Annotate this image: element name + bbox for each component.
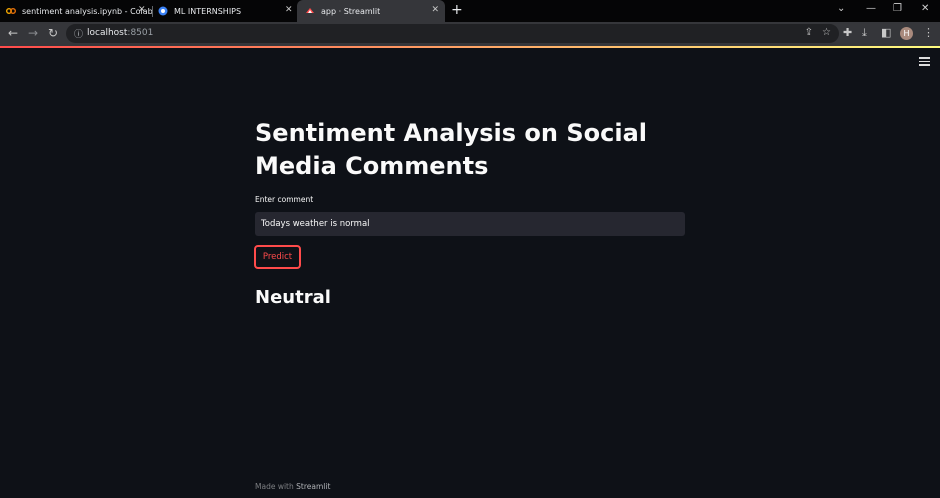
tab-ml-internships[interactable]: ML INTERNSHIPS [158, 0, 296, 22]
tab-colab[interactable]: sentiment analysis.ipynb - Colab [6, 0, 152, 22]
window-close-icon[interactable]: ✕ [921, 3, 929, 14]
footer: Made with Streamlit [255, 482, 330, 491]
url-host: localhost [87, 28, 128, 38]
side-panel-icon[interactable]: ◧ [881, 26, 891, 39]
download-icon[interactable]: ⤓ [862, 26, 867, 40]
tab-search-icon[interactable]: ⌄ [837, 3, 845, 14]
comment-input[interactable] [255, 212, 685, 236]
url-text: localhost:8501 [87, 28, 153, 38]
site-info-icon[interactable]: ⓘ [74, 27, 83, 40]
restore-icon[interactable]: ❐ [893, 3, 902, 14]
prediction-result: Neutral [255, 287, 331, 308]
new-tab-button[interactable]: + [451, 2, 463, 18]
close-tab-icon[interactable]: ✕ [285, 5, 293, 15]
streamlit-icon [305, 6, 315, 16]
site-icon [158, 6, 168, 16]
browser-menu-icon[interactable]: ⋮ [923, 26, 934, 39]
colab-icon [6, 6, 16, 16]
share-icon[interactable]: ⇪ [805, 27, 813, 38]
footer-text: Made with [255, 482, 294, 491]
streamlit-header-decoration [0, 46, 940, 48]
footer-brand-link[interactable]: Streamlit [296, 482, 330, 491]
extensions-icon[interactable]: ✚ [843, 26, 852, 39]
tab-label: app · Streamlit [321, 6, 381, 16]
bookmark-star-icon[interactable]: ☆ [822, 27, 831, 38]
tab-separator [152, 6, 153, 17]
app-menu-icon[interactable] [919, 57, 930, 66]
close-tab-icon[interactable]: ✕ [138, 5, 146, 15]
browser-tab-strip: sentiment analysis.ipynb - Colab ✕ ML IN… [0, 0, 940, 22]
minimize-icon[interactable]: — [866, 3, 876, 14]
close-tab-icon[interactable]: ✕ [431, 5, 439, 15]
url-port: :8501 [127, 28, 154, 38]
comment-input-label: Enter comment [255, 195, 314, 204]
profile-avatar[interactable]: H [900, 27, 913, 40]
reload-icon[interactable]: ↻ [48, 26, 58, 40]
forward-icon[interactable]: → [28, 26, 38, 40]
tab-streamlit-app[interactable]: app · Streamlit ✕ [297, 0, 445, 22]
address-bar[interactable]: ⓘ localhost:8501 ⇪ ☆ [66, 24, 839, 43]
tab-label: sentiment analysis.ipynb - Colab [22, 6, 152, 16]
page-title: Sentiment Analysis on Social Media Comme… [255, 119, 648, 180]
back-icon[interactable]: ← [8, 26, 18, 40]
tab-label: ML INTERNSHIPS [174, 6, 242, 16]
predict-button[interactable]: Predict [254, 245, 301, 269]
